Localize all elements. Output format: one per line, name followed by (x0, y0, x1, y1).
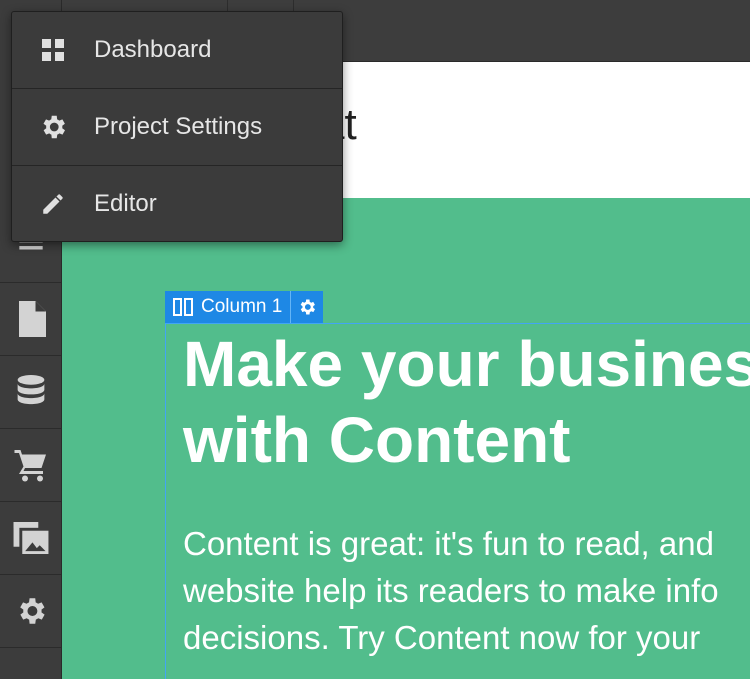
media-button[interactable] (0, 502, 61, 575)
column-tag[interactable]: Column 1 (165, 291, 324, 323)
pages-button[interactable] (0, 283, 61, 356)
shop-button[interactable] (0, 429, 61, 502)
database-button[interactable] (0, 356, 61, 429)
main-dropdown-menu: Dashboard Project Settings Editor (11, 11, 343, 242)
menu-item-dashboard[interactable]: Dashboard (12, 12, 342, 89)
gear-icon (300, 299, 316, 315)
settings-icon (19, 598, 45, 624)
hero-section[interactable]: Column 1 Make your busines with Content … (62, 198, 750, 679)
columns-icon (173, 298, 193, 316)
hero-text-line-3: decisions. Try Content now for your (183, 619, 701, 656)
page-icon (18, 301, 46, 337)
cart-icon (14, 450, 46, 482)
hero-paragraph[interactable]: Content is great: it's fun to read, and … (183, 520, 719, 661)
hero-heading[interactable]: Make your busines with Content (183, 326, 750, 478)
menu-item-label: Editor (94, 190, 157, 217)
menu-item-project-settings[interactable]: Project Settings (12, 89, 342, 166)
grid-icon (42, 39, 64, 61)
hero-text-line-2: website help its readers to make info (183, 572, 719, 609)
menu-item-label: Dashboard (94, 36, 212, 63)
pencil-icon (43, 194, 63, 214)
media-icon (13, 522, 48, 554)
settings-button[interactable] (0, 575, 61, 648)
hero-text-line-1: Content is great: it's fun to read, and (183, 525, 714, 562)
hero-heading-line-1: Make your busines (183, 328, 750, 400)
hero-heading-line-2: with Content (183, 404, 571, 476)
database-icon (17, 375, 44, 405)
menu-item-label: Project Settings (94, 113, 263, 140)
column-settings-button[interactable] (291, 291, 323, 323)
menu-item-editor[interactable]: Editor (12, 166, 342, 241)
gear-icon (43, 115, 65, 139)
column-tag-label: Column 1 (201, 296, 283, 317)
